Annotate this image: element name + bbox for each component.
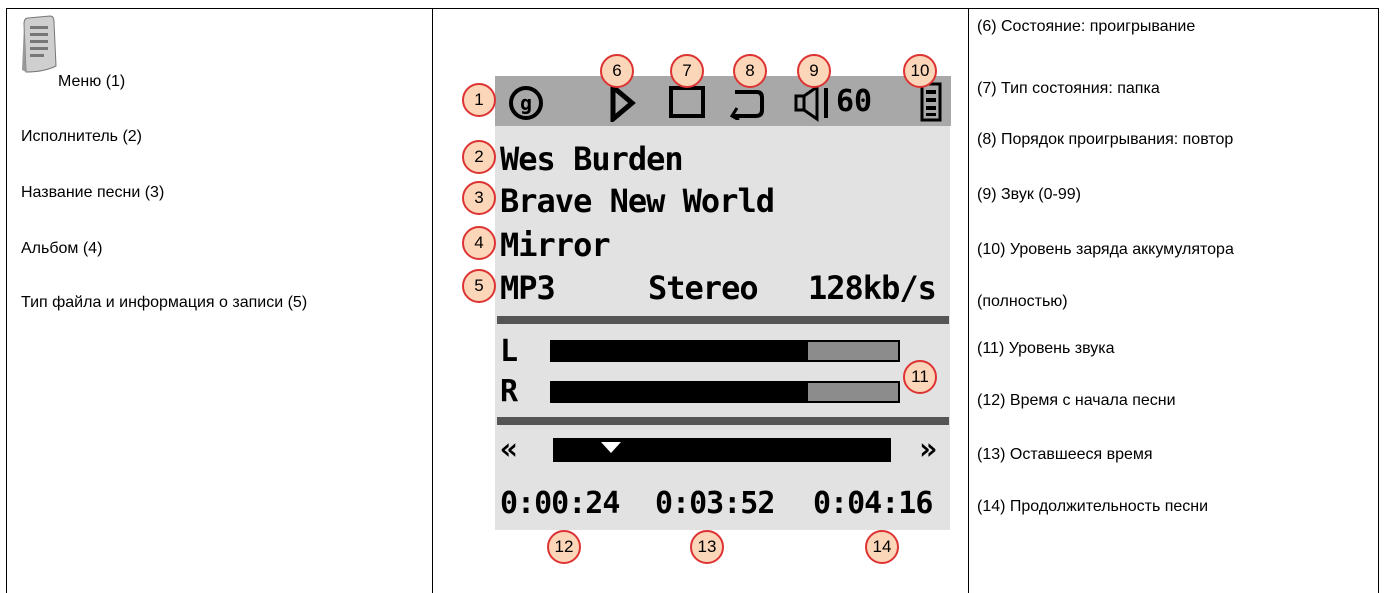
table-top-border [6,8,1379,9]
callout-9: 9 [797,54,831,88]
callout-3: 3 [462,181,496,215]
legend-item-12: (12) Время с начала песни [977,392,1176,409]
repeat-icon [729,90,764,120]
separator-bottom [497,417,949,425]
callout-2: 2 [462,140,496,174]
play-icon [610,84,636,122]
level-left-meter [550,340,900,362]
table-left-border [6,8,7,593]
artist-text: Wes Burden [500,140,684,178]
legend-item-8: (8) Порядок проигрывания: повтор [977,131,1234,148]
legend-item-11: (11) Уровень звука [977,340,1115,357]
level-left-label: L [500,334,519,369]
file-type-text: MP3 [500,269,556,307]
battery-full-icon [920,82,942,122]
volume-value: 60 [836,84,873,119]
seek-forward-icon[interactable]: » [919,432,937,467]
legend-item-10-cont: (полностью) [977,293,1068,310]
callout-11: 11 [903,360,937,394]
menu-document-icon [22,15,57,73]
settings-circle-icon: g [509,86,543,120]
separator-top [497,316,949,324]
seek-back-icon[interactable]: « [500,432,518,467]
callout-6: 6 [600,54,634,88]
table-divider-1 [432,8,433,593]
legend-item-14: (14) Продолжительность песни [977,498,1209,515]
legend-item-7: (7) Тип состояния: папка [977,80,1160,97]
progress-bar[interactable] [553,438,891,462]
album-text: Mirror [500,226,611,264]
remaining-time: 0:03:52 [655,486,775,521]
callout-14: 14 [865,530,899,564]
callout-1: 1 [462,83,496,117]
file-info-label: Тип файла и информация о записи (5) [21,294,308,311]
artist-label: Исполнитель (2) [21,128,143,145]
speaker-icon [794,84,828,122]
level-right-meter [550,381,900,403]
song-title-text: Brave New World [500,182,775,220]
callout-8: 8 [733,54,767,88]
callout-7: 7 [670,54,704,88]
level-right-label: R [500,374,519,409]
channel-mode-text: Stereo [648,269,759,307]
svg-text:g: g [520,91,532,115]
legend-item-13: (13) Оставшееся время [977,446,1153,463]
legend-item-10: (10) Уровень заряда аккумулятора [977,241,1234,258]
callout-10: 10 [903,54,937,88]
menu-label: Меню (1) [58,73,126,90]
progress-marker-icon[interactable] [601,442,622,454]
bitrate-text: 128kb/s [808,269,937,307]
song-title-label: Название песни (3) [21,184,165,201]
status-bar [495,76,951,126]
player-screen: g 60 Wes Burden Brave New World Mirror M… [495,76,951,530]
legend-item-6: (6) Состояние: проигрывание [977,18,1196,35]
legend-item-9: (9) Звук (0-99) [977,186,1081,203]
folder-square-icon [669,86,705,118]
callout-13: 13 [690,530,724,564]
level-left-fill [552,342,809,360]
callout-4: 4 [462,226,496,260]
duration-time: 0:04:16 [813,486,933,521]
elapsed-time: 0:00:24 [500,486,620,521]
callout-5: 5 [462,269,496,303]
level-right-fill [552,383,809,401]
callout-12: 12 [547,530,581,564]
album-label: Альбом (4) [21,240,103,257]
table-right-border [1378,8,1379,593]
table-divider-2 [968,8,969,593]
